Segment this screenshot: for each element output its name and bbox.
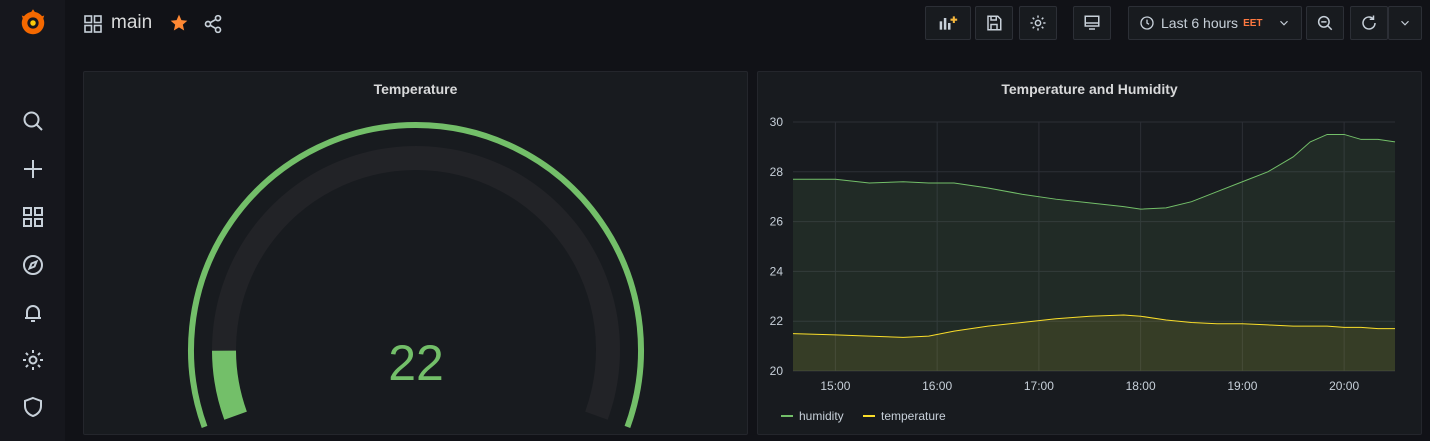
save-icon (987, 15, 1002, 31)
y-tick-label: 26 (770, 215, 784, 229)
dashboard-navbar: main Last 6 hours EET (65, 0, 1430, 50)
legend-item-temperature[interactable]: temperature (863, 409, 946, 423)
x-tick-label: 19:00 (1227, 379, 1257, 393)
shield-icon[interactable] (14, 388, 52, 426)
grafana-logo-icon[interactable] (14, 4, 52, 42)
chevron-down-icon (1279, 20, 1288, 26)
refresh-button[interactable] (1350, 6, 1388, 40)
x-tick-label: 18:00 (1126, 379, 1156, 393)
y-tick-label: 30 (770, 115, 784, 129)
timeseries-panel[interactable]: Temperature and Humidity 20 22 24 26 28 30 15:… (757, 71, 1422, 435)
dashboard-settings-button[interactable] (1019, 6, 1057, 40)
refresh-interval-dropdown[interactable] (1388, 6, 1422, 40)
bell-icon[interactable] (14, 294, 52, 332)
sidebar (0, 0, 65, 441)
cog-icon (1030, 15, 1046, 31)
share-icon[interactable] (203, 14, 223, 34)
dashboards-icon[interactable] (14, 198, 52, 236)
dashboard-grid-icon (84, 15, 102, 33)
time-range-picker[interactable]: Last 6 hours EET (1128, 6, 1302, 40)
zoom-out-button[interactable] (1306, 6, 1344, 40)
y-tick-label: 20 (770, 364, 784, 378)
gauge-value: 22 (388, 335, 444, 391)
legend-item-humidity[interactable]: humidity (781, 409, 844, 423)
y-tick-label: 22 (770, 314, 784, 328)
refresh-icon (1362, 15, 1376, 30)
gear-icon[interactable] (14, 341, 52, 379)
compass-icon[interactable] (14, 246, 52, 284)
dashboard-title[interactable]: main (111, 12, 152, 34)
plus-icon[interactable] (14, 150, 52, 188)
save-dashboard-button[interactable] (975, 6, 1013, 40)
x-tick-label: 20:00 (1329, 379, 1359, 393)
timezone-badge: EET (1243, 17, 1263, 29)
x-tick-label: 15:00 (820, 379, 850, 393)
legend-label: humidity (799, 409, 844, 423)
x-tick-label: 16:00 (922, 379, 952, 393)
time-range-label: Last 6 hours (1161, 15, 1239, 31)
line-chart: 20 22 24 26 28 30 15:00 16:00 17:00 18:00 19:00 20:… (770, 115, 1396, 393)
y-tick-label: 24 (770, 264, 784, 278)
x-tick-label: 17:00 (1024, 379, 1054, 393)
search-icon[interactable] (14, 102, 52, 140)
y-tick-label: 28 (770, 165, 784, 179)
cycle-view-mode-button[interactable] (1073, 6, 1111, 40)
chevron-down-icon (1401, 20, 1409, 26)
gauge-panel[interactable]: Temperature 22 (83, 71, 748, 435)
clock-icon (1140, 16, 1154, 30)
legend-swatch (863, 415, 875, 417)
star-icon[interactable] (169, 13, 189, 33)
monitor-icon (1084, 15, 1100, 30)
zoom-out-icon (1317, 15, 1333, 31)
add-panel-icon (939, 16, 958, 30)
legend-swatch (781, 415, 793, 417)
add-panel-button[interactable] (925, 6, 971, 40)
legend-label: temperature (881, 409, 946, 423)
